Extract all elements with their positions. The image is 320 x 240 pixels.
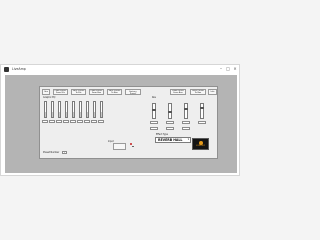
eq-fader-field-8[interactable]	[91, 120, 97, 123]
eq-fader-field-2[interactable]	[49, 120, 55, 123]
reverb-field-1[interactable]	[150, 121, 158, 124]
reverb-fader-2[interactable]	[168, 103, 172, 119]
master-fader[interactable]	[200, 103, 204, 119]
eq-fader-8[interactable]	[93, 101, 96, 118]
restore-factory-button[interactable]: Restore Factory Preset	[125, 89, 141, 95]
window-title: LiveAmp	[12, 67, 26, 71]
eq-fader-field-1[interactable]	[42, 120, 48, 123]
app-window: LiveAmp – □ × Gen Load Preset From File …	[0, 64, 240, 176]
gen-button[interactable]: Gen	[42, 89, 50, 95]
eq-fader-field-9[interactable]	[98, 120, 104, 123]
master-field[interactable]	[198, 121, 206, 124]
eq-fader-7[interactable]	[86, 101, 89, 118]
eq-fader-level	[87, 112, 88, 117]
eq-fader-6[interactable]	[79, 101, 82, 118]
effect-type-value: REVERB HALL	[158, 138, 183, 142]
save-preset-box-2-button[interactable]: Save Preset To Box	[190, 89, 206, 95]
eq-fader-4[interactable]	[65, 101, 68, 118]
indicator-mark	[132, 146, 134, 147]
eq-fader-level	[80, 112, 81, 117]
chevron-down-icon: ▾	[187, 138, 189, 141]
preset-number-field[interactable]: 1	[62, 151, 67, 154]
indicator-led	[130, 143, 132, 145]
reverb-fader-1[interactable]	[152, 103, 156, 119]
eq-fader-level	[66, 112, 67, 117]
save-preset-file-button[interactable]: Save Preset To File	[71, 89, 86, 95]
eq-fader-level	[94, 112, 95, 117]
eq-fader-3[interactable]	[58, 101, 61, 118]
reverb-section-label: Rev	[152, 96, 157, 99]
eq-fader-level	[52, 112, 53, 117]
eq-fader-field-7[interactable]	[84, 120, 90, 123]
maximize-icon[interactable]: □	[225, 66, 231, 72]
close-icon[interactable]: ×	[232, 66, 238, 72]
load-preset-box-button[interactable]: Load Preset From Box	[89, 89, 104, 95]
logo-text: SOUNDSHOP	[196, 146, 205, 147]
reverb-field-6[interactable]	[182, 127, 190, 130]
reverb-field-5[interactable]	[166, 127, 174, 130]
effect-type-select[interactable]: REVERB HALL ▾	[155, 137, 191, 143]
logo-mark-icon	[199, 141, 203, 145]
eq-fader-field-5[interactable]	[70, 120, 76, 123]
editor-canvas: Gen Load Preset From File Save Preset To…	[5, 75, 237, 173]
app-icon	[4, 67, 9, 72]
eq-fader-9[interactable]	[100, 101, 103, 118]
reverb-field-3[interactable]	[182, 121, 190, 124]
eq-fader-level	[101, 112, 102, 117]
eq-fader-field-3[interactable]	[56, 120, 62, 123]
brand-logo: SOUNDSHOP	[192, 138, 209, 150]
reverb-fader-3[interactable]	[184, 103, 188, 119]
effect-type-label: Effect Type	[156, 133, 169, 136]
load-preset-file-button[interactable]: Load Preset From File	[53, 89, 68, 95]
reverb-field-4[interactable]	[150, 127, 158, 130]
reverb-field-2[interactable]	[166, 121, 174, 124]
eq-fader-level	[59, 112, 60, 117]
preset-number-label: Preset Number	[43, 151, 60, 154]
info-button[interactable]: Info	[208, 89, 217, 95]
graphic-eq-label: Graphic EQ	[43, 96, 56, 99]
eq-fader-1[interactable]	[44, 101, 47, 118]
eq-fader-field-4[interactable]	[63, 120, 69, 123]
input-button[interactable]	[113, 143, 126, 150]
eq-fader-field-6[interactable]	[77, 120, 83, 123]
control-panel: Gen Load Preset From File Save Preset To…	[39, 86, 218, 159]
eq-fader-level	[45, 112, 46, 117]
title-bar: LiveAmp – □ ×	[1, 65, 239, 75]
eq-fader-level	[73, 112, 74, 117]
save-preset-box-button[interactable]: Save Preset To Box	[107, 89, 122, 95]
load-preset-box-2-button[interactable]: Load Preset From Box	[170, 89, 186, 95]
eq-fader-2[interactable]	[51, 101, 54, 118]
minimize-icon[interactable]: –	[218, 66, 224, 72]
eq-fader-5[interactable]	[72, 101, 75, 118]
